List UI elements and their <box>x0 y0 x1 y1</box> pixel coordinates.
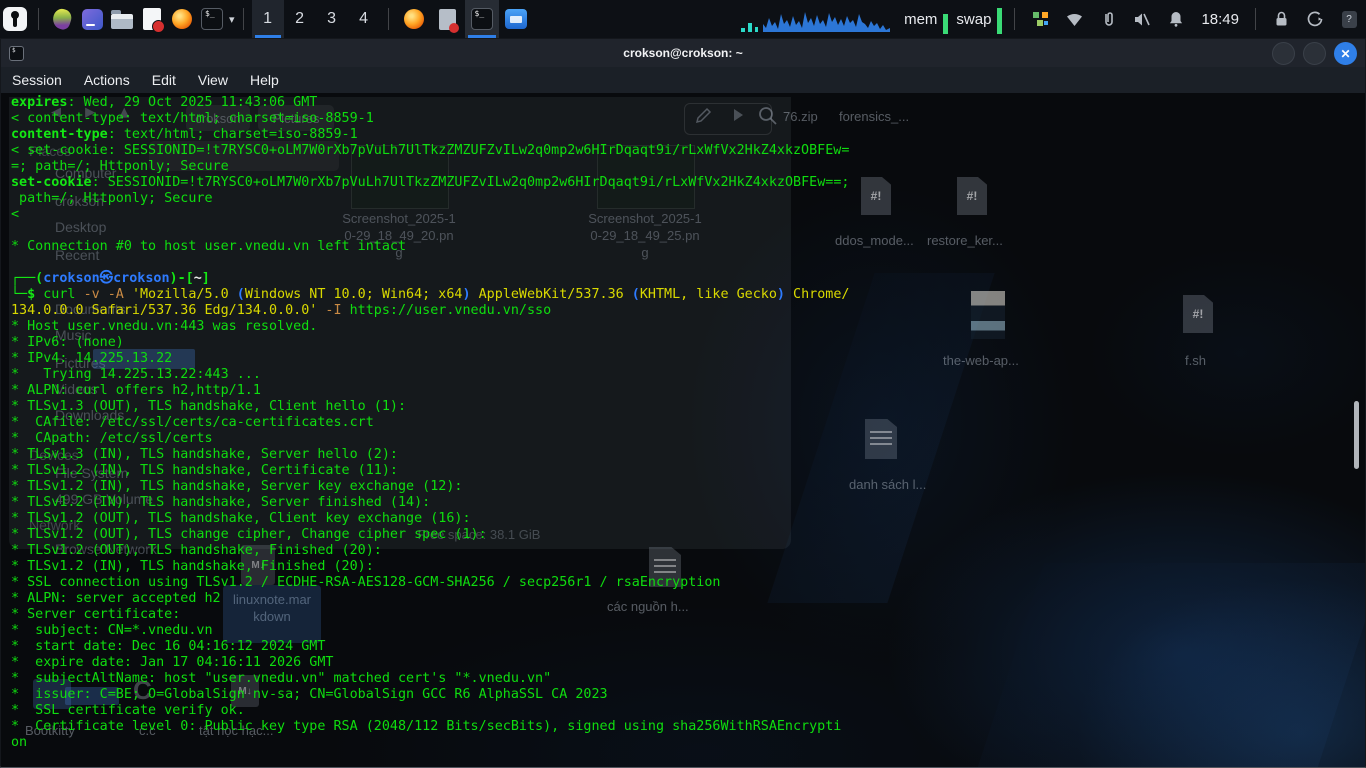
desktop-icon-label: f.sh <box>1185 353 1206 368</box>
bell-icon <box>1167 10 1185 28</box>
desktop-icon-label: the-web-ap... <box>943 353 1019 368</box>
minimize-button[interactable] <box>1272 42 1295 65</box>
purple-window-icon <box>82 9 103 30</box>
paperclip-icon <box>1100 10 1117 28</box>
document-icon <box>865 419 897 459</box>
taskbar-firefox[interactable] <box>397 0 431 38</box>
panel-divider <box>388 8 389 30</box>
menu-session[interactable]: Session <box>1 67 73 93</box>
workspace-3[interactable]: 3 <box>316 0 348 38</box>
desktop-icon-label: danh sách l... <box>849 477 926 492</box>
folder-icon <box>111 14 133 29</box>
book-cover-icon <box>971 291 1005 339</box>
terminal-output: expires: Wed, 29 Oct 2025 11:43:06 GMT< … <box>11 95 849 751</box>
kali-logo-icon <box>3 7 27 31</box>
screen: $_ ▾ 1 2 3 4 $_ mem swap <box>0 0 1366 768</box>
volume-button[interactable] <box>1125 0 1159 38</box>
taskbar-media-folder[interactable] <box>499 0 533 38</box>
window-menubar: Session Actions Edit View Help <box>1 67 1365 93</box>
terminal-window: $ crokson@crokson: ~ ✕ Session Actions E… <box>0 38 1366 768</box>
kali-menu-button[interactable] <box>0 0 30 38</box>
terminal-scrollbar[interactable] <box>1354 401 1359 469</box>
menu-edit[interactable]: Edit <box>141 67 187 93</box>
firefox-icon <box>172 9 192 29</box>
terminal-viewport[interactable]: ◀ ▶ ▲ crokson Pictures Places Computer c… <box>1 93 1365 767</box>
launcher-text-editor[interactable] <box>137 0 167 38</box>
launcher-firefox[interactable] <box>167 0 197 38</box>
help-button[interactable]: ? <box>1332 0 1366 38</box>
panel-divider <box>1255 8 1256 30</box>
text-editor-icon <box>143 8 161 30</box>
audio-muted-icon <box>1133 11 1151 28</box>
leek-icon <box>50 7 73 32</box>
close-button[interactable]: ✕ <box>1334 42 1357 65</box>
logout-button[interactable] <box>1298 0 1332 38</box>
window-titlebar[interactable]: $ crokson@crokson: ~ ✕ <box>1 39 1365 67</box>
menu-help[interactable]: Help <box>239 67 290 93</box>
launcher-terminal[interactable]: $_ <box>197 0 227 38</box>
swap-usage-bar <box>997 8 1002 34</box>
workspace-4[interactable]: 4 <box>348 0 380 38</box>
panel-divider <box>1014 8 1015 30</box>
window-title: crokson@crokson: ~ <box>1 46 1365 60</box>
maximize-button[interactable] <box>1303 42 1326 65</box>
notifications-button[interactable] <box>1159 0 1193 38</box>
workspace-1[interactable]: 1 <box>252 0 284 38</box>
taskbar-document[interactable] <box>431 0 465 38</box>
lock-icon <box>1273 10 1290 28</box>
logout-icon <box>1306 10 1324 28</box>
lock-button[interactable] <box>1264 0 1298 38</box>
mem-usage-bar <box>943 14 948 34</box>
menu-view[interactable]: View <box>187 67 239 93</box>
top-panel: $_ ▾ 1 2 3 4 $_ mem swap <box>0 0 1366 38</box>
wifi-icon <box>1065 11 1084 28</box>
tray-app-button[interactable] <box>1023 0 1057 38</box>
colored-grid-icon <box>1032 11 1049 28</box>
document-icon <box>439 9 456 30</box>
menu-actions[interactable]: Actions <box>73 67 141 93</box>
launcher-file-manager[interactable] <box>107 0 137 38</box>
firefox-icon <box>404 9 424 29</box>
launcher-app-1[interactable] <box>47 0 77 38</box>
launcher-app-2[interactable] <box>77 0 107 38</box>
blue-folder-icon <box>505 9 527 29</box>
terminal-icon: $_ <box>471 8 493 30</box>
network-button[interactable] <box>1057 0 1091 38</box>
taskbar-terminal-active[interactable]: $_ <box>465 0 499 38</box>
swap-label: swap <box>956 11 991 28</box>
terminal-icon: $_ <box>201 8 223 30</box>
panel-divider <box>243 8 244 30</box>
mem-label: mem <box>904 11 937 28</box>
question-icon: ? <box>1342 11 1357 28</box>
workspace-2[interactable]: 2 <box>284 0 316 38</box>
clock[interactable]: 18:49 <box>1201 11 1239 28</box>
chevron-down-icon[interactable]: ▾ <box>229 13 235 26</box>
wallpaper-shard <box>978 563 1365 767</box>
network-activity-graph <box>739 4 894 34</box>
shell-script-icon: #! <box>957 177 987 215</box>
system-tray: 18:49 ? <box>1023 0 1366 38</box>
desktop-icon-label: forensics_... <box>839 109 909 124</box>
shell-script-icon: #! <box>861 177 891 215</box>
desktop-icon-label: restore_ker... <box>927 233 1003 248</box>
shell-script-icon: #! <box>1183 295 1213 333</box>
panel-divider <box>38 8 39 30</box>
clipboard-button[interactable] <box>1091 0 1125 38</box>
